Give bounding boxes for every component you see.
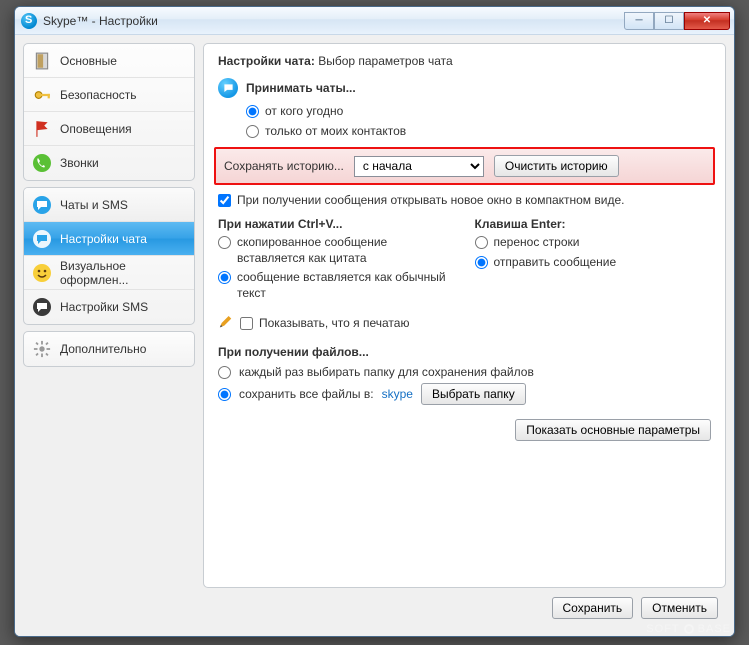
- history-row-highlight: Сохранять историю... с начала2 недели1 м…: [214, 147, 715, 185]
- gear-icon: [32, 339, 52, 359]
- clear-history-button[interactable]: Очистить историю: [494, 155, 619, 177]
- files-ask-radio[interactable]: каждый раз выбирать папку для сохранения…: [218, 365, 711, 379]
- save-folder-link[interactable]: skype: [382, 387, 413, 401]
- sidebar-item-gear[interactable]: Дополнительно: [24, 332, 194, 366]
- files-heading: При получении файлов...: [218, 345, 711, 359]
- minimize-button[interactable]: ─: [624, 12, 654, 30]
- sidebar-item-label: Визуальное оформлен...: [60, 259, 186, 287]
- window-controls: ─ ☐ ✕: [624, 12, 730, 30]
- door-icon: [32, 51, 52, 71]
- close-button[interactable]: ✕: [684, 12, 730, 30]
- key-icon: [32, 85, 52, 105]
- maximize-button[interactable]: ☐: [654, 12, 684, 30]
- history-select[interactable]: с начала2 недели1 месяц3 месяцаникогда: [354, 156, 484, 177]
- flag-icon: [32, 119, 52, 139]
- compact-checkbox[interactable]: При получении сообщения открывать новое …: [218, 193, 711, 207]
- panel-title: Настройки чата: Выбор параметров чата: [218, 54, 711, 68]
- sidebar-item-label: Чаты и SMS: [60, 198, 128, 212]
- sms-icon: [32, 297, 52, 317]
- save-button[interactable]: Сохранить: [552, 597, 634, 619]
- phone-icon: [32, 153, 52, 173]
- watermark: SOFTBASE: [646, 623, 731, 635]
- sidebar-item-label: Звонки: [60, 156, 99, 170]
- accept-contacts-radio[interactable]: только от моих контактов: [246, 124, 711, 140]
- pencil-icon: [218, 316, 234, 330]
- accept-anyone-radio[interactable]: от кого угодно: [246, 104, 711, 120]
- show-typing-checkbox[interactable]: Показывать, что я печатаю: [240, 316, 409, 332]
- choose-folder-button[interactable]: Выбрать папку: [421, 383, 526, 405]
- titlebar[interactable]: Skype™ - Настройки ─ ☐ ✕: [15, 7, 734, 35]
- files-save-radio[interactable]: сохранить все файлы в: skype Выбрать пап…: [218, 383, 711, 405]
- skype-logo-icon: [21, 13, 37, 29]
- ctrlv-text-radio[interactable]: сообщение вставляется как обычный текст: [218, 270, 455, 301]
- sidebar-item-phone[interactable]: Звонки: [24, 146, 194, 180]
- settings-window: Skype™ - Настройки ─ ☐ ✕ Основные Безопас…: [14, 6, 735, 637]
- smile-icon: [32, 263, 52, 283]
- sidebar-item-label: Настройки чата: [60, 232, 147, 246]
- sidebar-item-sms[interactable]: Настройки SMS: [24, 290, 194, 324]
- sidebar-item-chat-blue[interactable]: Чаты и SMS: [24, 188, 194, 222]
- cancel-button[interactable]: Отменить: [641, 597, 718, 619]
- window-title: Skype™ - Настройки: [43, 14, 624, 28]
- enter-newline-radio[interactable]: перенос строки: [475, 235, 712, 251]
- settings-panel: Настройки чата: Выбор параметров чата Пр…: [203, 43, 726, 588]
- dialog-footer: Сохранить Отменить: [203, 588, 726, 628]
- sidebar-item-label: Оповещения: [60, 122, 132, 136]
- sidebar-item-label: Настройки SMS: [60, 300, 148, 314]
- sidebar-item-key[interactable]: Безопасность: [24, 78, 194, 112]
- sidebar: Основные Безопасность Оповещения Звонки Чаты…: [15, 35, 203, 636]
- sidebar-item-label: Основные: [60, 54, 117, 68]
- ctrlv-quote-radio[interactable]: скопированное сообщение вставляется как …: [218, 235, 455, 266]
- sidebar-item-flag[interactable]: Оповещения: [24, 112, 194, 146]
- chat-bubble-icon: [218, 78, 238, 98]
- chat-white-icon: [32, 229, 52, 249]
- sidebar-item-smile[interactable]: Визуальное оформлен...: [24, 256, 194, 290]
- sidebar-item-label: Дополнительно: [60, 342, 146, 356]
- chat-blue-icon: [32, 195, 52, 215]
- sidebar-item-chat-white[interactable]: Настройки чата: [24, 222, 194, 256]
- history-label: Сохранять историю...: [224, 159, 344, 173]
- enter-send-radio[interactable]: отправить сообщение: [475, 255, 712, 271]
- enter-heading: Клавиша Enter:: [475, 217, 712, 231]
- ctrlv-heading: При нажатии Ctrl+V...: [218, 217, 455, 231]
- sidebar-item-label: Безопасность: [60, 88, 137, 102]
- accept-heading: Принимать чаты...: [246, 81, 356, 95]
- toggle-params-button[interactable]: Показать основные параметры: [515, 419, 711, 441]
- sidebar-item-door[interactable]: Основные: [24, 44, 194, 78]
